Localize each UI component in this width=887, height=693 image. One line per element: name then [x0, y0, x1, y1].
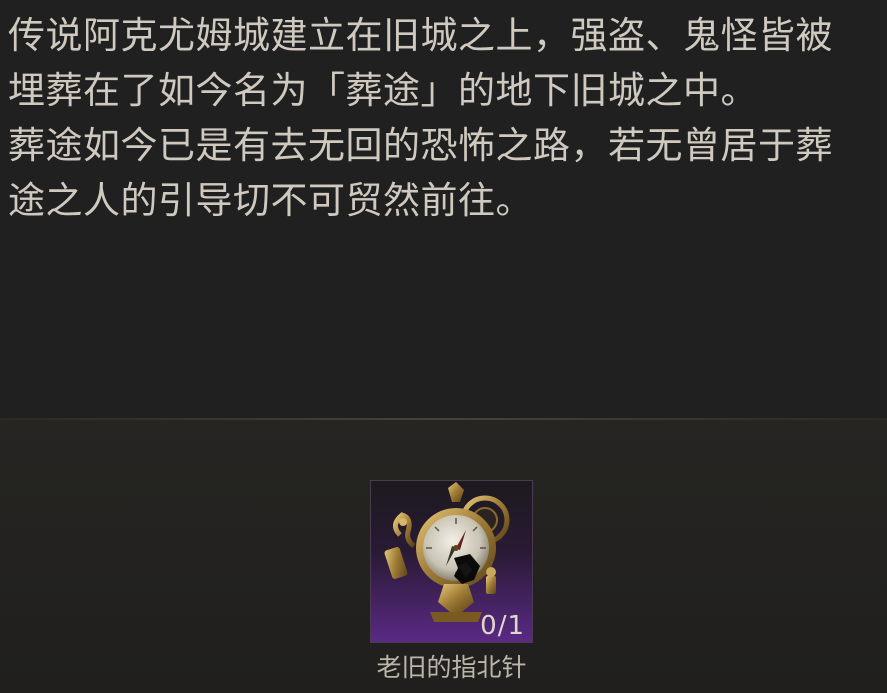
- item-count: 0/1: [480, 611, 525, 641]
- item-slot[interactable]: 0/1: [370, 480, 533, 643]
- lore-panel: 传说阿克尤姆城建立在旧城之上，强盗、鬼怪皆被 埋葬在了如今名为「葬途」的地下旧城…: [0, 0, 887, 418]
- lore-line: 途之人的引导切不可贸然前往。: [8, 179, 533, 222]
- lore-line: 埋葬在了如今名为「葬途」的地下旧城之中。: [8, 69, 758, 112]
- lore-line: 葬途如今已是有去无回的恐怖之路，若无曾居于葬: [8, 124, 833, 167]
- lore-line: 传说阿克尤姆城建立在旧城之上，强盗、鬼怪皆被: [8, 14, 833, 57]
- item-name: 老旧的指北针: [376, 653, 527, 682]
- lore-description: 传说阿克尤姆城建立在旧城之上，强盗、鬼怪皆被 埋葬在了如今名为「葬途」的地下旧城…: [8, 8, 880, 228]
